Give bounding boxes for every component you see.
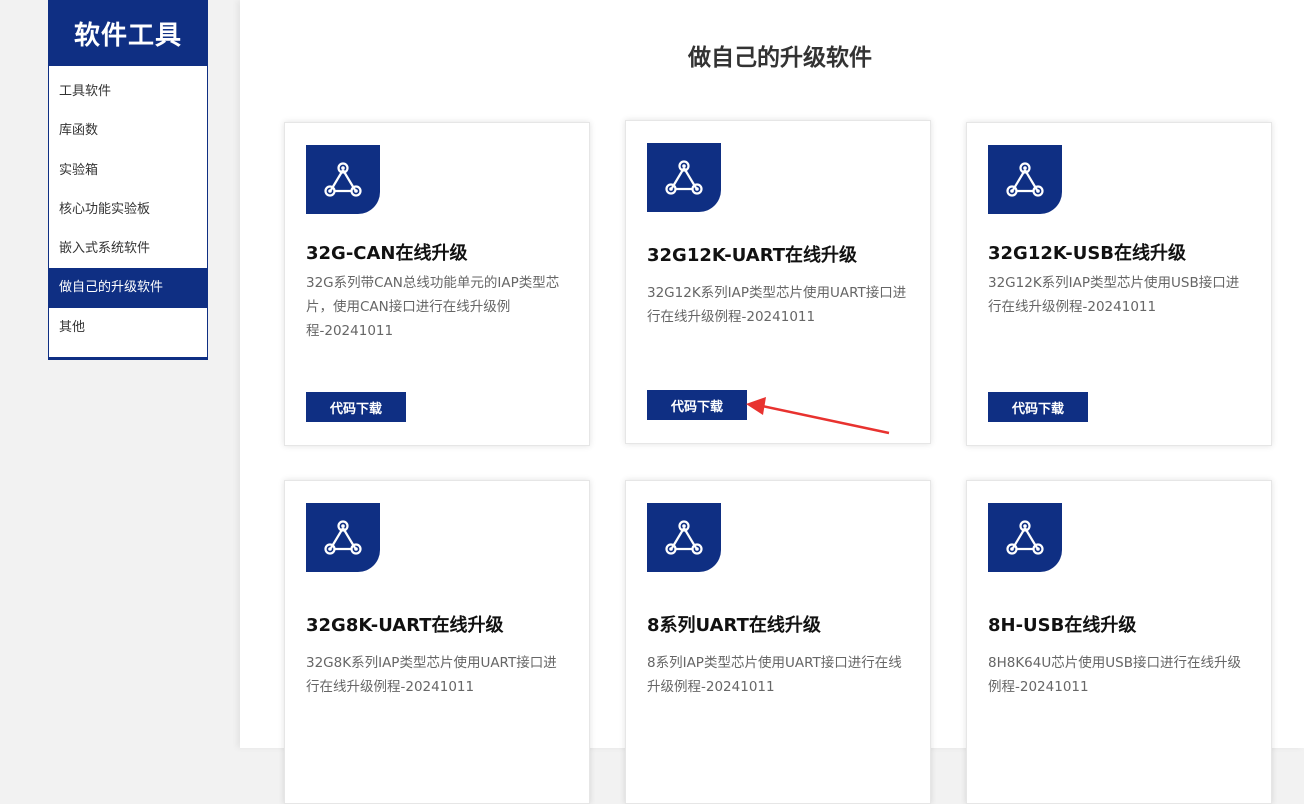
- card-description: 32G系列带CAN总线功能单元的IAP类型芯片，使用CAN接口进行在线升级例程-…: [306, 275, 560, 339]
- sidebar: 软件工具 工具软件 库函数 实验箱 核心功能实验板 嵌入式系统软件 做自己的升级…: [48, 0, 208, 361]
- card-title: 32G12K-UART在线升级: [647, 245, 858, 266]
- download-code-button[interactable]: 代码下载: [647, 390, 747, 420]
- card-description: 32G12K系列IAP类型芯片使用USB接口进行在线升级例程-20241011: [988, 275, 1240, 315]
- sidebar-title: 软件工具: [49, 0, 207, 66]
- card-description: 8H8K64U芯片使用USB接口进行在线升级例程-20241011: [988, 655, 1241, 695]
- sidebar-item-core-board[interactable]: 核心功能实验板: [49, 190, 207, 229]
- card-8-series-uart: 8系列UART在线升级 8系列IAP类型芯片使用UART接口进行在线升级例程-2…: [625, 480, 931, 804]
- main-content: 做自己的升级软件 32G-CAN在线升级 32G系列带CAN总线功能单元的IAP…: [240, 0, 1304, 804]
- card-32g8k-uart: 32G8K-UART在线升级 32G8K系列IAP类型芯片使用UART接口进行在…: [284, 480, 590, 804]
- card-32g12k-usb: 32G12K-USB在线升级 32G12K系列IAP类型芯片使用USB接口进行在…: [966, 122, 1272, 446]
- network-triangle-icon: [988, 503, 1062, 572]
- card-description: 32G12K系列IAP类型芯片使用UART接口进行在线升级例程-20241011: [647, 285, 907, 325]
- sidebar-list: 工具软件 库函数 实验箱 核心功能实验板 嵌入式系统软件 做自己的升级软件 其他: [49, 66, 207, 357]
- card-title: 8系列UART在线升级: [647, 615, 821, 636]
- sidebar-item-lab-box[interactable]: 实验箱: [49, 151, 207, 190]
- download-code-button[interactable]: 代码下载: [306, 392, 406, 422]
- sidebar-item-other[interactable]: 其他: [49, 308, 207, 347]
- card-title: 32G8K-UART在线升级: [306, 615, 504, 636]
- network-triangle-icon: [647, 503, 721, 572]
- card-title: 32G-CAN在线升级: [306, 243, 468, 264]
- sidebar-item-library[interactable]: 库函数: [49, 111, 207, 150]
- network-triangle-icon: [306, 145, 380, 214]
- card-title: 32G12K-USB在线升级: [988, 243, 1187, 264]
- card-title: 8H-USB在线升级: [988, 615, 1137, 636]
- sidebar-item-embedded[interactable]: 嵌入式系统软件: [49, 229, 207, 268]
- network-triangle-icon: [306, 503, 380, 572]
- page-title: 做自己的升级软件: [688, 45, 872, 71]
- network-triangle-icon: [647, 143, 721, 212]
- download-code-button[interactable]: 代码下载: [988, 392, 1088, 422]
- sidebar-item-tools[interactable]: 工具软件: [49, 72, 207, 111]
- network-triangle-icon: [988, 145, 1062, 214]
- card-32g-can: 32G-CAN在线升级 32G系列带CAN总线功能单元的IAP类型芯片，使用CA…: [284, 122, 590, 446]
- card-description: 8系列IAP类型芯片使用UART接口进行在线升级例程-20241011: [647, 655, 902, 695]
- sidebar-item-upgrade[interactable]: 做自己的升级软件: [49, 268, 207, 308]
- card-8h-usb: 8H-USB在线升级 8H8K64U芯片使用USB接口进行在线升级例程-2024…: [966, 480, 1272, 804]
- card-32g12k-uart: 32G12K-UART在线升级 32G12K系列IAP类型芯片使用UART接口进…: [625, 120, 931, 444]
- card-description: 32G8K系列IAP类型芯片使用UART接口进行在线升级例程-20241011: [306, 655, 557, 695]
